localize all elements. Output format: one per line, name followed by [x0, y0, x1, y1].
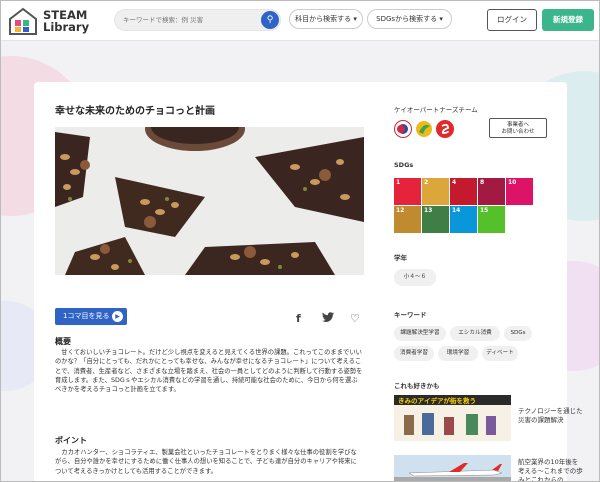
twitter-share-icon[interactable] — [322, 312, 334, 326]
keyword-tag[interactable]: 環境学習 — [438, 346, 478, 361]
recommend-title-1[interactable]: テクノロジーを通じた災害の課題解決 — [518, 407, 584, 425]
sdg-goal-tile[interactable]: 14 — [450, 206, 477, 233]
contact-provider-button[interactable]: 事業者へ お問い合わせ — [489, 118, 547, 138]
sdgs-dropdown-label: SDGsから検索する — [376, 15, 438, 23]
logo-text: STEAM Library — [43, 9, 89, 33]
keyword-tag[interactable]: ディベート — [482, 346, 518, 361]
sdg-goal-tile[interactable]: 12 — [394, 206, 421, 233]
partner-logo-3 — [436, 120, 454, 138]
hero-image-chocolate — [55, 127, 364, 275]
keyword-tag[interactable]: エシカル消費 — [450, 326, 500, 341]
sdg-goal-tile[interactable]: 8 — [478, 178, 505, 205]
search-icon: ⚲ — [266, 15, 274, 25]
sdgs-label: SDGs — [394, 161, 414, 169]
login-button[interactable]: ログイン — [487, 9, 537, 31]
watch-lesson-button[interactable]: 1コマ目を見る ▶ — [55, 308, 127, 325]
site-header: STEAM Library ⚲ 科目から検索する ▾ SDGsから検索する ▾ … — [1, 1, 599, 41]
page-frame: STEAM Library ⚲ 科目から検索する ▾ SDGsから検索する ▾ … — [0, 0, 600, 482]
sdg-goal-tile[interactable]: 2 — [422, 178, 449, 205]
sdg-goal-tile[interactable]: 10 — [506, 178, 533, 205]
partner-logo-2 — [415, 120, 433, 138]
favorite-heart-icon[interactable]: ♡ — [350, 312, 360, 325]
caret-down-icon: ▾ — [353, 15, 357, 23]
sdgs-search-dropdown[interactable]: SDGsから検索する ▾ — [367, 9, 452, 29]
partner-team-name[interactable]: ケイオーパートナーズチーム — [394, 104, 478, 114]
sdg-goal-tile[interactable]: 1 — [394, 178, 421, 205]
overview-text: 甘くておいしいチョコレート。だけど少し視点を変えると見えてくる世界の課題。これっ… — [55, 349, 363, 394]
recommend-title-2[interactable]: 航空業界の10年後を考える～これまでの歩みとこれからの… — [518, 458, 584, 481]
facebook-share-icon[interactable]: f — [296, 312, 301, 325]
grade-label: 学年 — [394, 254, 407, 262]
subject-dropdown-label: 科目から検索する — [295, 15, 352, 23]
house-logo-icon — [9, 7, 37, 35]
keyword-label: キーワード — [394, 311, 427, 319]
sdg-goal-tile[interactable]: 13 — [422, 206, 449, 233]
sdg-goal-tile[interactable]: 15 — [478, 206, 505, 233]
caret-down-icon: ▾ — [439, 15, 443, 23]
logo-line-library: Library — [43, 20, 90, 34]
signup-button[interactable]: 新規登録 — [542, 9, 594, 31]
recommend-label: これも好きかも — [394, 382, 440, 390]
content-card: 幸せな未来のためのチョコっと計画 1コマ目を見る ▶ f ♡ 概要 甘くておいし… — [34, 82, 583, 482]
recommend-thumbnail-1[interactable]: きみのアイデアが街を救う — [394, 395, 511, 441]
steam-library-logo[interactable]: STEAM Library — [7, 6, 102, 36]
partner-logo-1 — [394, 120, 412, 138]
play-icon: ▶ — [112, 311, 123, 322]
point-text: カカオハンター、ショコラティエ、製菓会社といったチョコレートをとりまく様々な仕事… — [55, 449, 357, 475]
keyword-tag[interactable]: SDGs — [504, 326, 532, 341]
search-bar: ⚲ — [114, 9, 281, 31]
overview-heading: 概要 — [55, 337, 71, 346]
search-input[interactable] — [123, 13, 263, 27]
thumbnail-caption: きみのアイデアが街を救う — [398, 396, 476, 405]
search-button[interactable]: ⚲ — [261, 11, 279, 29]
recommend-thumbnail-2[interactable] — [394, 449, 511, 482]
subject-search-dropdown[interactable]: 科目から検索する ▾ — [289, 9, 363, 29]
watch-button-label: 1コマ目を見る — [63, 312, 110, 320]
contact-line1: 事業者へ — [506, 122, 529, 128]
keyword-tag[interactable]: 課題解決型学習 — [394, 326, 446, 341]
page-title: 幸せな未来のためのチョコっと計画 — [55, 106, 215, 117]
contact-line2: お問い合わせ — [501, 129, 535, 135]
keyword-tag[interactable]: 消費者学習 — [394, 346, 434, 361]
point-heading: ポイント — [55, 436, 87, 445]
grade-tag[interactable]: 小４～６ — [394, 269, 436, 286]
sdg-goal-tile[interactable]: 4 — [450, 178, 477, 205]
